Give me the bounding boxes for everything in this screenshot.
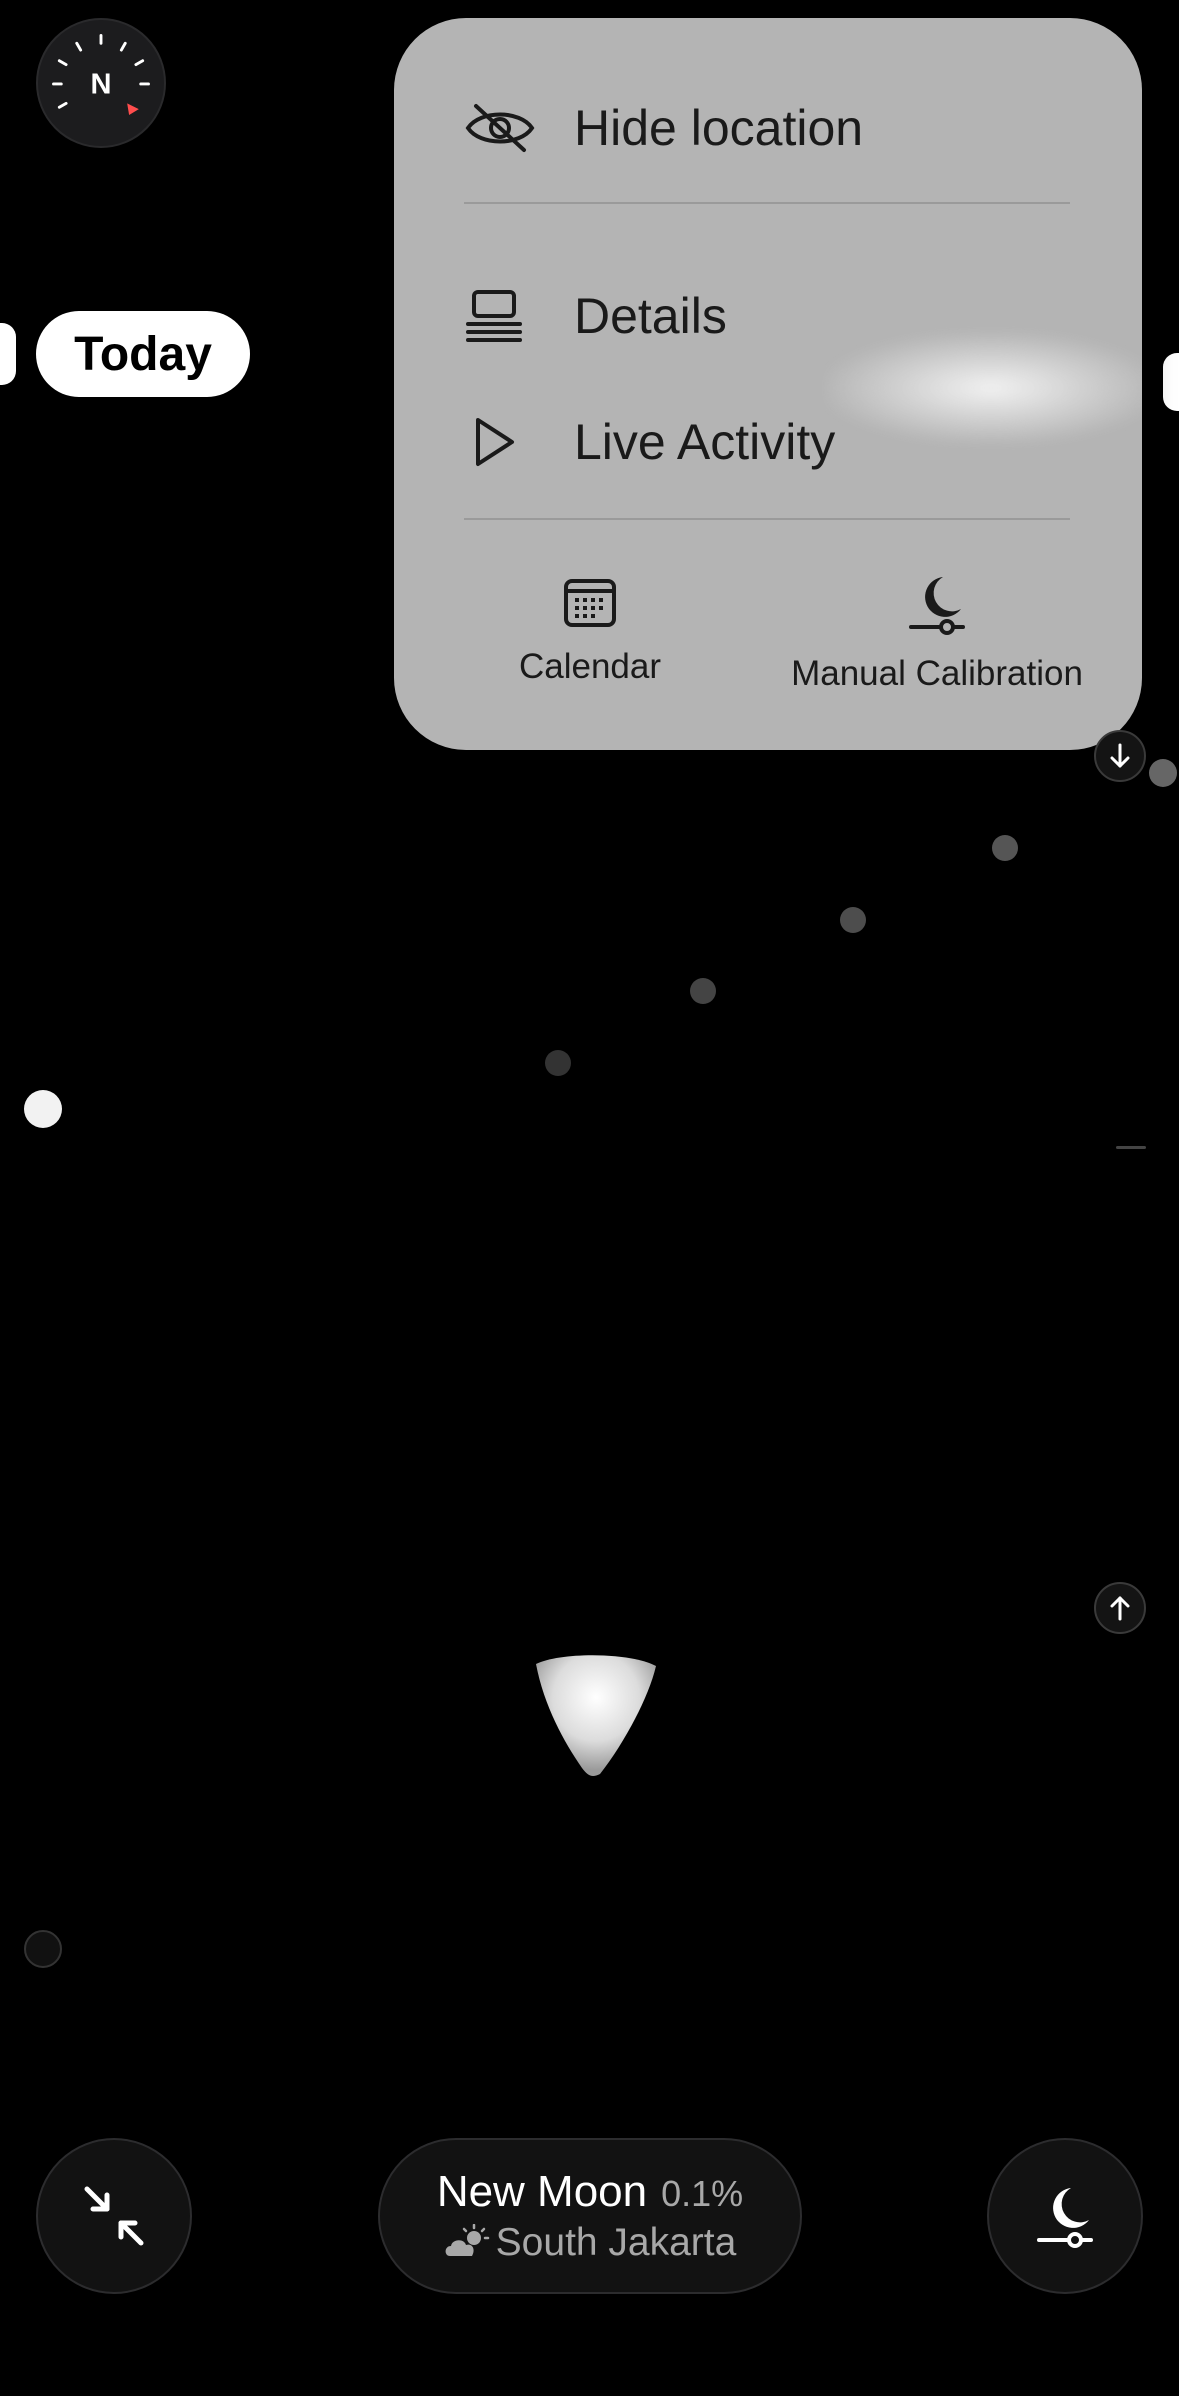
scroll-down-button[interactable] bbox=[1094, 730, 1146, 782]
menu-item-manual-calibration[interactable]: Manual Calibration bbox=[772, 573, 1102, 694]
context-menu: Hide location Details Live Activity Cale… bbox=[394, 18, 1142, 750]
menu-divider bbox=[464, 518, 1070, 520]
arrow-up-icon bbox=[1110, 1596, 1130, 1621]
scroll-up-button[interactable] bbox=[1094, 1582, 1146, 1634]
moon-slider-icon bbox=[1037, 2188, 1093, 2248]
today-label: Today bbox=[74, 327, 212, 381]
menu-item-label: Hide location bbox=[574, 100, 864, 156]
moon-phase-name: New Moon bbox=[436, 2167, 648, 2216]
collapse-arrows-icon bbox=[84, 2186, 144, 2246]
menu-item-details[interactable]: Details bbox=[464, 261, 1084, 371]
compass-pointer bbox=[127, 103, 139, 115]
compass-icon: N bbox=[52, 34, 150, 115]
list-details-icon bbox=[464, 286, 540, 346]
star-dot bbox=[545, 1050, 571, 1076]
eye-slash-icon bbox=[464, 98, 540, 158]
collapse-button[interactable] bbox=[36, 2138, 192, 2294]
calibration-button[interactable] bbox=[987, 2138, 1143, 2294]
star-dot bbox=[690, 978, 716, 1004]
horizon-marker-dot[interactable] bbox=[24, 1930, 62, 1968]
star-dot bbox=[840, 907, 866, 933]
next-day-chip[interactable] bbox=[1163, 353, 1179, 411]
menu-item-label: Calendar bbox=[518, 647, 662, 686]
previous-day-chip[interactable] bbox=[0, 323, 16, 385]
menu-item-live-activity[interactable]: Live Activity bbox=[464, 387, 1084, 497]
arrow-down-icon bbox=[1110, 743, 1130, 768]
menu-item-hide-location[interactable]: Hide location bbox=[464, 73, 1084, 183]
menu-item-label: Details bbox=[574, 288, 727, 344]
compass-north-label: N bbox=[91, 69, 112, 101]
menu-item-calendar[interactable]: Calendar bbox=[464, 578, 716, 687]
menu-item-label: Live Activity bbox=[574, 414, 836, 470]
moon-direction-marker[interactable] bbox=[530, 1650, 662, 1778]
moon-marker-dot[interactable] bbox=[24, 1090, 62, 1128]
moon-slider-icon bbox=[907, 573, 967, 640]
today-button[interactable]: Today bbox=[36, 311, 250, 397]
star-dot bbox=[992, 835, 1018, 861]
menu-item-label: Manual Calibration bbox=[791, 654, 1083, 693]
location-name: South Jakarta bbox=[495, 2221, 737, 2264]
partly-cloudy-icon bbox=[444, 2223, 492, 2263]
play-icon bbox=[464, 412, 540, 472]
calendar-icon bbox=[563, 578, 617, 633]
horizon-tick bbox=[1116, 1146, 1146, 1149]
compass-button[interactable]: N bbox=[36, 18, 166, 148]
menu-divider bbox=[464, 202, 1070, 204]
moon-status-pill[interactable]: New Moon 0.1% South Jakarta bbox=[378, 2138, 802, 2294]
star-dot bbox=[1149, 759, 1177, 787]
moon-illumination: 0.1% bbox=[661, 2173, 744, 2214]
